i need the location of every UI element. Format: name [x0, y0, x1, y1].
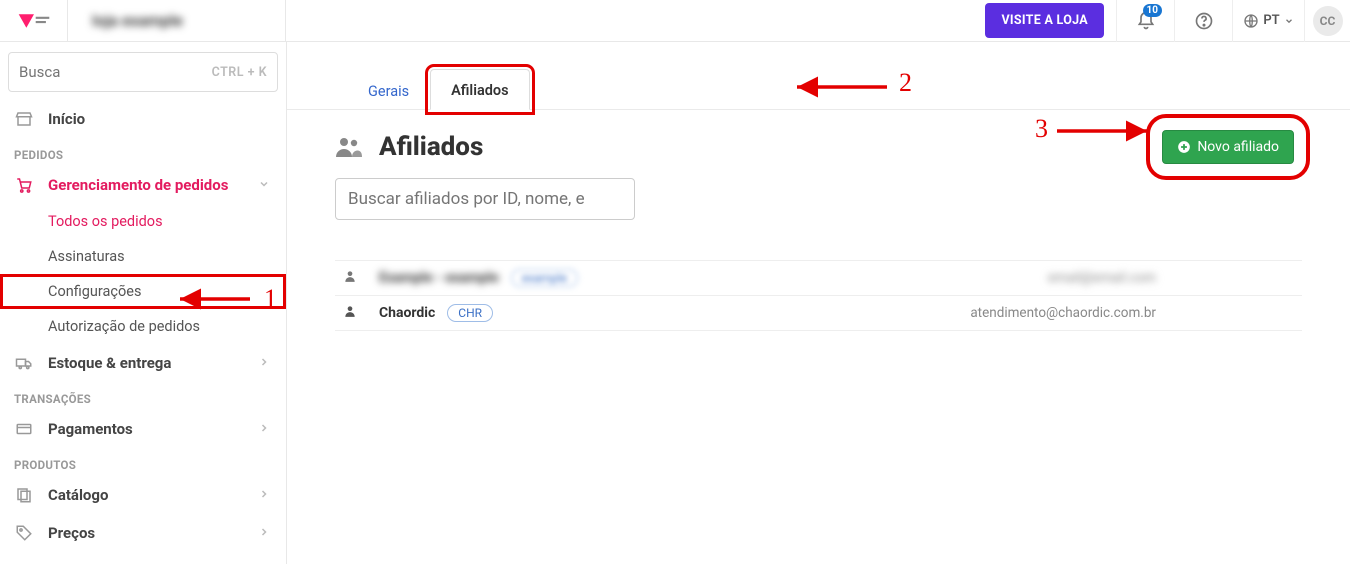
list-item[interactable]: Example - example example email@email.co…	[335, 261, 1302, 296]
new-affiliate-button[interactable]: Novo afiliado	[1162, 130, 1294, 164]
affiliate-email: atendimento@chaordic.com.br	[970, 305, 1156, 321]
tab-afiliados[interactable]: Afiliados	[430, 69, 529, 110]
avatar: CC	[1313, 6, 1343, 36]
chevron-right-icon	[258, 524, 270, 542]
language-selector[interactable]: PT	[1232, 0, 1304, 42]
truck-icon	[14, 354, 34, 372]
chevron-right-icon	[258, 420, 270, 438]
user-icon	[343, 269, 361, 287]
affiliate-tag: CHR	[447, 304, 493, 322]
sidebar-item-inicio[interactable]: Início	[0, 100, 286, 138]
sidebar-sub-assinaturas[interactable]: Assinaturas	[0, 239, 286, 274]
cart-icon	[14, 176, 34, 194]
users-icon	[335, 135, 363, 159]
store-icon	[14, 110, 34, 128]
list-item[interactable]: Chaordic CHR atendimento@chaordic.com.br	[335, 296, 1302, 331]
affiliate-email: email@email.com	[1048, 270, 1156, 286]
sidebar-item-gerenciamento[interactable]: Gerenciamento de pedidos	[0, 166, 286, 204]
globe-icon	[1243, 13, 1259, 29]
tab-gerais[interactable]: Gerais	[347, 70, 430, 110]
sidebar-item-precos[interactable]: Preços	[0, 514, 286, 552]
tag-icon	[14, 524, 34, 542]
notifications-button[interactable]: 10	[1116, 0, 1174, 42]
chevron-down-icon	[1284, 16, 1294, 26]
user-icon	[343, 304, 361, 322]
sidebar-sub-autorizacao[interactable]: Autorização de pedidos	[0, 309, 286, 344]
tabs: Gerais Afiliados	[287, 42, 1350, 110]
vtex-logo-icon	[17, 12, 51, 30]
sidebar-sub-configuracoes[interactable]: Configurações	[0, 274, 286, 309]
notification-badge: 10	[1143, 4, 1162, 17]
affiliate-tag: example	[511, 269, 578, 287]
user-menu[interactable]: CC	[1304, 0, 1350, 42]
sidebar-search-input[interactable]	[19, 63, 168, 81]
help-button[interactable]	[1174, 0, 1232, 42]
logo[interactable]	[0, 0, 68, 42]
sidebar-section-produtos: PRODUTOS	[0, 448, 286, 476]
sidebar-search[interactable]: CTRL + K	[8, 52, 278, 92]
top-bar: loja example VISITE A LOJA 10 PT CC	[0, 0, 1350, 42]
card-icon	[14, 420, 34, 438]
sidebar: CTRL + K Início PEDIDOS Gerenciamento de…	[0, 42, 287, 564]
sidebar-section-pedidos: PEDIDOS	[0, 138, 286, 166]
catalog-icon	[14, 486, 34, 504]
sidebar-item-estoque[interactable]: Estoque & entrega	[0, 344, 286, 382]
main-content: Gerais Afiliados Afiliados Novo afiliado	[287, 42, 1350, 564]
account-name[interactable]: loja example	[68, 0, 286, 42]
sidebar-section-transacoes: TRANSAÇÕES	[0, 382, 286, 410]
sidebar-item-pagamentos[interactable]: Pagamentos	[0, 410, 286, 448]
help-icon	[1194, 11, 1214, 31]
chevron-right-icon	[258, 486, 270, 504]
sidebar-item-catalogo[interactable]: Catálogo	[0, 476, 286, 514]
search-shortcut-hint: CTRL + K	[212, 65, 267, 80]
chevron-right-icon	[258, 354, 270, 372]
visit-store-button[interactable]: VISITE A LOJA	[985, 3, 1104, 38]
affiliates-list: Example - example example email@email.co…	[335, 260, 1302, 331]
affiliate-name: Chaordic	[379, 305, 435, 321]
page-title-wrap: Afiliados	[335, 132, 483, 162]
chevron-down-icon	[258, 176, 270, 194]
plus-circle-icon	[1177, 140, 1191, 154]
affiliate-name: Example - example	[379, 270, 499, 286]
affiliates-search-input[interactable]	[335, 178, 635, 220]
page-title: Afiliados	[379, 132, 483, 162]
sidebar-sub-todos[interactable]: Todos os pedidos	[0, 204, 286, 239]
